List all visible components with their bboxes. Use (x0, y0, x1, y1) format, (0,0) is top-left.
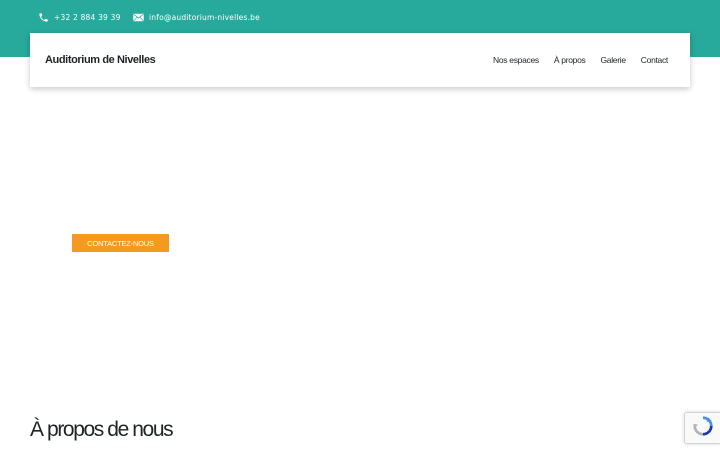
email-link[interactable]: info@auditorium-nivelles.be (133, 10, 260, 24)
site-brand[interactable]: Auditorium de Nivelles (45, 33, 156, 87)
about-section-title: À propos de nous (30, 418, 174, 441)
email-address: info@auditorium-nivelles.be (149, 12, 260, 22)
nav-menu: Nos espaces À propos Galerie Contact (478, 33, 668, 87)
main-navbar: Auditorium de Nivelles Nos espaces À pro… (30, 33, 690, 87)
nav-link-contact[interactable]: Contact (641, 55, 669, 65)
recaptcha-icon (692, 415, 714, 441)
nav-link-a-propos[interactable]: À propos (554, 55, 586, 65)
phone-icon (38, 12, 49, 23)
recaptcha-badge[interactable] (684, 412, 720, 444)
mail-icon (133, 13, 144, 22)
phone-link[interactable]: +32 2 884 39 39 (38, 10, 121, 24)
nav-link-galerie[interactable]: Galerie (600, 55, 626, 65)
phone-number: +32 2 884 39 39 (54, 12, 121, 22)
nav-link-nos-espaces[interactable]: Nos espaces (493, 55, 539, 65)
contact-us-button[interactable]: CONTACTEZ-NOUS (72, 234, 169, 252)
